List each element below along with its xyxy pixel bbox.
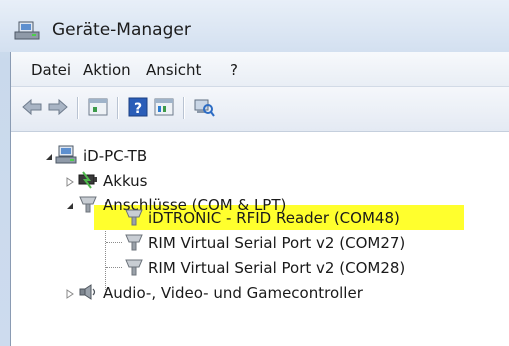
serial-port-icon [125,234,143,251]
tree-item-label: RIM Virtual Serial Port v2 (COM28) [148,259,406,277]
serial-port-icon [125,209,143,226]
menu-ansicht[interactable]: Ansicht [146,61,201,79]
details-icon[interactable] [153,96,175,118]
tree-item-port-com28[interactable]: RIM Virtual Serial Port v2 (COM28) [11,256,509,280]
forward-arrow-icon[interactable] [47,96,69,118]
tree-item-label: RIM Virtual Serial Port v2 (COM27) [148,234,406,252]
title-bar[interactable]: Geräte-Manager [0,0,509,52]
help-icon[interactable]: ? [127,96,149,118]
toolbar-separator [117,97,118,119]
tree-item-label: iDTRONIC - RFID Reader (COM48) [148,209,400,227]
collapse-triangle-icon[interactable] [44,152,54,162]
menu-aktion[interactable]: Aktion [83,61,131,79]
tree-item-port-com27[interactable]: RIM Virtual Serial Port v2 (COM27) [11,231,509,255]
tree-item-audio[interactable]: Audio-, Video- und Gamecontroller [11,281,509,305]
expand-triangle-icon[interactable] [65,177,75,187]
battery-icon [78,171,97,189]
menu-bar: Datei Aktion Ansicht ? [11,52,509,87]
client-area: Datei Aktion Ansicht ? ? iD-PC-TB Akkus … [10,52,509,346]
expand-triangle-icon[interactable] [65,289,75,299]
tree-item-port-rfid[interactable]: iDTRONIC - RFID Reader (COM48) [11,206,509,230]
menu-datei[interactable]: Datei [31,61,71,79]
toolbar-separator [77,97,78,119]
speaker-icon [79,284,96,300]
tree-item-label: iD-PC-TB [83,147,148,165]
serial-port-icon [125,259,143,276]
device-manager-window: Geräte-Manager Datei Aktion Ansicht ? ? … [0,0,509,346]
window-title: Geräte-Manager [52,20,191,40]
device-manager-icon [14,21,40,40]
properties-icon[interactable] [87,96,109,118]
tree-item-label: Akkus [103,172,148,190]
tree-item-akkus[interactable]: Akkus [11,169,509,193]
back-arrow-icon[interactable] [21,96,43,118]
svg-text:?: ? [134,101,142,117]
toolbar-separator [183,97,184,119]
tree-item-label: Audio-, Video- und Gamecontroller [103,284,363,302]
scan-hardware-icon[interactable] [193,96,215,118]
tree-item-root[interactable]: iD-PC-TB [11,144,509,168]
computer-icon [55,145,77,164]
device-tree: iD-PC-TB Akkus Anschlüsse (COM & LPT) iD… [11,132,509,346]
toolbar: ? [11,87,509,132]
menu-help[interactable]: ? [230,61,238,79]
